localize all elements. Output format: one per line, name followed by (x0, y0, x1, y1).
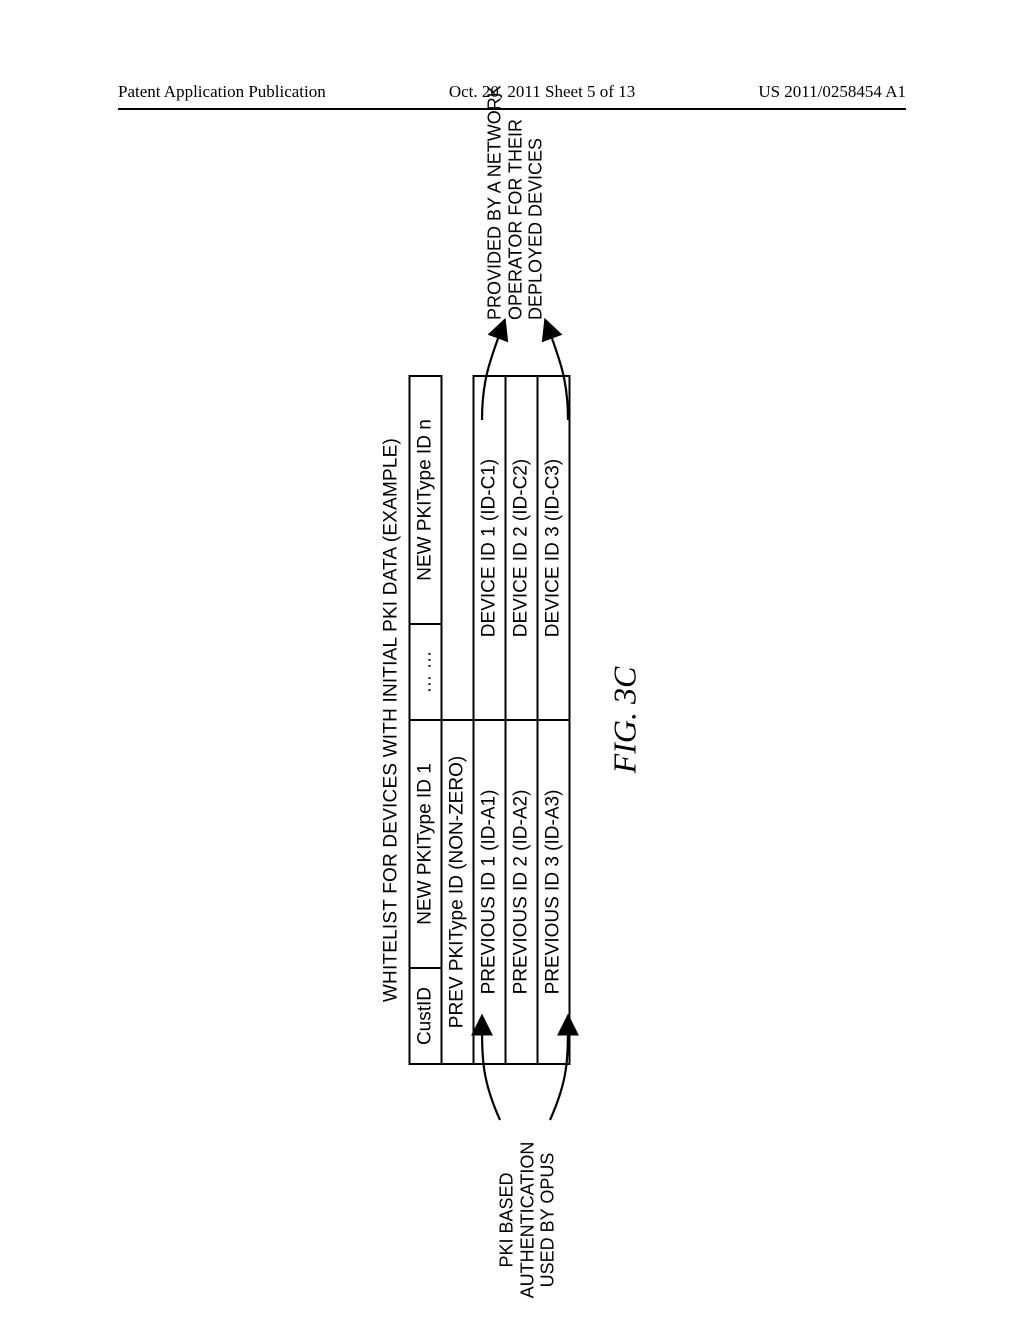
header-left: Patent Application Publication (118, 82, 326, 102)
header-right: US 2011/0258454 A1 (758, 82, 906, 102)
col-custid: CustID (410, 968, 442, 1064)
col-new-pkitype-1: NEW PKIType ID 1 (410, 720, 442, 968)
table-row: PREVIOUS ID 3 (ID-A3) DEVICE ID 3 (ID-C3… (538, 376, 570, 1064)
prev-id-cell: PREVIOUS ID 3 (ID-A3) (538, 720, 570, 1064)
prev-pkitype-row: PREV PKIType ID (NON-ZERO) (442, 376, 474, 1064)
anno-right-line1: PROVIDED BY A NETWORK (485, 85, 505, 320)
device-id-cell: DEVICE ID 1 (ID-C1) (474, 376, 506, 720)
whitelist-table: CustID NEW PKIType ID 1 … … NEW PKIType … (409, 375, 571, 1065)
figure: WHITELIST FOR DEVICES WITH INITIAL PKI D… (381, 340, 644, 1100)
empty-cell (442, 376, 474, 720)
figure-caption: FIG. 3C (607, 340, 644, 1100)
figure-title: WHITELIST FOR DEVICES WITH INITIAL PKI D… (381, 340, 403, 1100)
table-header-row: CustID NEW PKIType ID 1 … … NEW PKIType … (410, 376, 442, 1064)
col-ellipsis: … … (410, 624, 442, 720)
annotation-right: PROVIDED BY A NETWORK OPERATOR FOR THEIR… (485, 60, 547, 320)
prev-id-cell: PREVIOUS ID 2 (ID-A2) (506, 720, 538, 1064)
prev-id-cell: PREVIOUS ID 1 (ID-A1) (474, 720, 506, 1064)
col-new-pkitype-n: NEW PKIType ID n (410, 376, 442, 624)
page: Patent Application Publication Oct. 20, … (0, 0, 1024, 1320)
anno-left-line1: PKI BASED (497, 1172, 517, 1267)
prev-pkitype-cell: PREV PKIType ID (NON-ZERO) (442, 720, 474, 1064)
anno-right-line3: DEPLOYED DEVICES (526, 138, 546, 320)
table-row: PREVIOUS ID 2 (ID-A2) DEVICE ID 2 (ID-C2… (506, 376, 538, 1064)
table-row: PREVIOUS ID 1 (ID-A1) DEVICE ID 1 (ID-C1… (474, 376, 506, 1064)
anno-right-line2: OPERATOR FOR THEIR (505, 119, 525, 320)
device-id-cell: DEVICE ID 2 (ID-C2) (506, 376, 538, 720)
annotation-left: PKI BASED AUTHENTICATION USED BY OPUS (497, 1120, 559, 1320)
device-id-cell: DEVICE ID 3 (ID-C3) (538, 376, 570, 720)
anno-left-line3: USED BY OPUS (538, 1153, 558, 1288)
figure-wrapper: WHITELIST FOR DEVICES WITH INITIAL PKI D… (381, 340, 644, 1100)
anno-left-line2: AUTHENTICATION (517, 1142, 537, 1299)
